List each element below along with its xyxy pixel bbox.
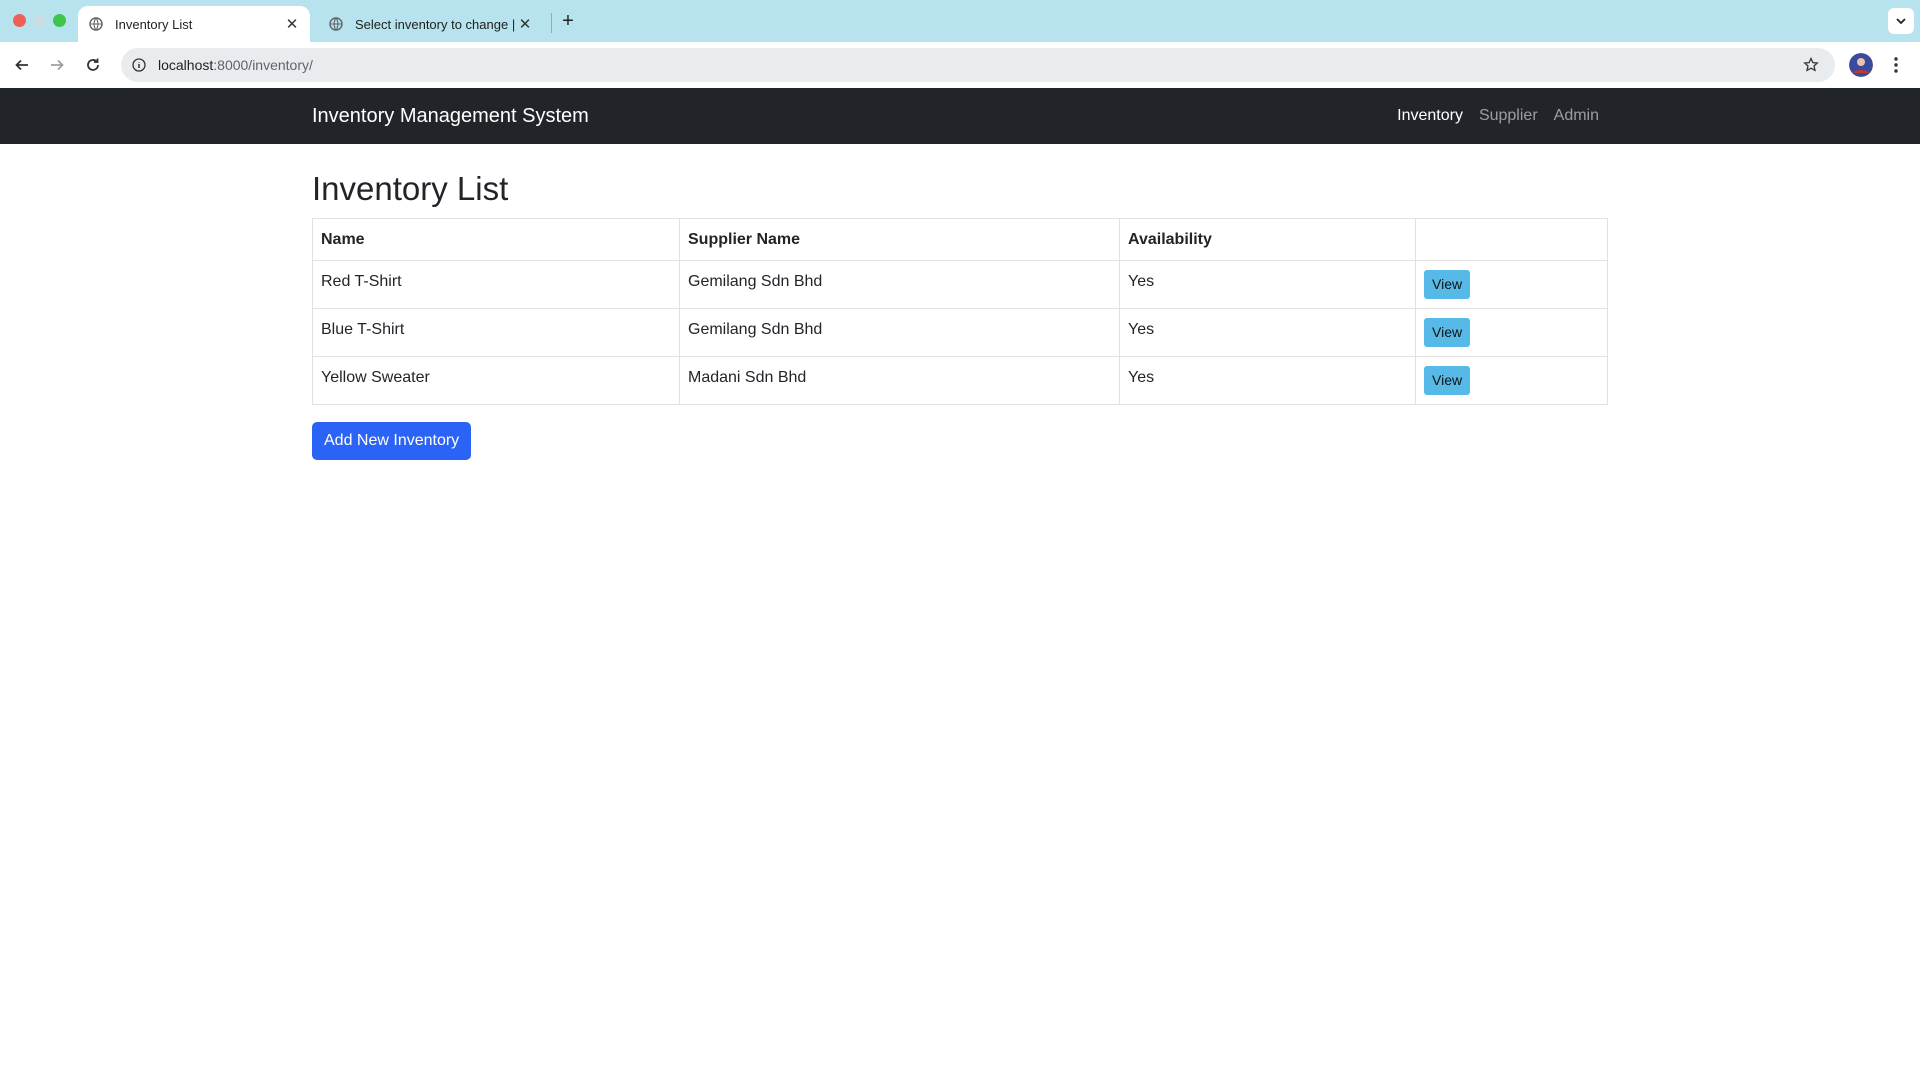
arrow-left-icon (15, 59, 28, 71)
view-button[interactable]: View (1424, 366, 1471, 395)
more-menu-icon[interactable] (1884, 53, 1908, 77)
window-maximize-button[interactable] (53, 14, 66, 27)
view-button[interactable]: View (1424, 318, 1471, 347)
cell-availability: Yes (1119, 356, 1416, 405)
table-header-row: Name Supplier Name Availability (312, 218, 1608, 261)
reload-button[interactable] (79, 51, 107, 79)
cell-supplier: Gemilang Sdn Bhd (679, 260, 1120, 309)
browser-toolbar: localhost:8000/inventory/ (0, 42, 1920, 88)
profile-avatar[interactable] (1849, 53, 1873, 77)
url-host: localhost (158, 57, 214, 73)
close-icon[interactable]: ✕ (282, 14, 302, 34)
column-header-name: Name (312, 218, 680, 261)
cell-actions: View (1415, 260, 1608, 309)
globe-icon (87, 15, 105, 33)
cell-supplier: Madani Sdn Bhd (679, 356, 1120, 405)
tab-select-inventory[interactable]: Select inventory to change | D ✕ (318, 6, 543, 42)
column-header-actions (1415, 218, 1608, 261)
page-title: Inventory List (312, 170, 509, 207)
cell-supplier: Gemilang Sdn Bhd (679, 308, 1120, 357)
view-button[interactable]: View (1424, 270, 1471, 299)
cell-actions: View (1415, 308, 1608, 357)
cell-availability: Yes (1119, 308, 1416, 357)
cell-actions: View (1415, 356, 1608, 405)
cell-name: Red T-Shirt (312, 260, 680, 309)
cell-name: Yellow Sweater (312, 356, 680, 405)
main-content: Inventory List Name Supplier Name Availa… (312, 144, 1608, 460)
chevron-down-icon (1896, 18, 1906, 25)
add-new-inventory-button[interactable]: Add New Inventory (312, 422, 472, 460)
close-icon[interactable]: ✕ (515, 14, 535, 34)
url-text[interactable]: localhost:8000/inventory/ (158, 57, 1799, 73)
site-info-icon[interactable] (130, 56, 148, 74)
column-header-availability: Availability (1119, 218, 1416, 261)
window-minimize-button[interactable] (33, 14, 46, 27)
address-bar[interactable]: localhost:8000/inventory/ (121, 48, 1835, 82)
column-header-supplier: Supplier Name (679, 218, 1120, 261)
reload-icon (87, 58, 99, 71)
arrow-right-icon (51, 59, 64, 71)
globe-icon (327, 15, 345, 33)
tab-divider (551, 13, 552, 33)
bookmark-star-icon[interactable] (1799, 53, 1823, 77)
url-path: :8000/inventory/ (213, 57, 313, 73)
table-row: Red T-Shirt Gemilang Sdn Bhd Yes View (312, 260, 1608, 309)
back-button[interactable] (8, 51, 36, 79)
cell-name: Blue T-Shirt (312, 308, 680, 357)
nav-link-admin[interactable]: Admin (1554, 107, 1599, 125)
cell-availability: Yes (1119, 260, 1416, 309)
web-page: Inventory Management System Inventory Su… (0, 88, 1920, 1080)
navbar-brand[interactable]: Inventory Management System (312, 88, 589, 144)
new-tab-button[interactable]: + (556, 9, 580, 33)
window-close-button[interactable] (13, 14, 26, 27)
table-row: Yellow Sweater Madani Sdn Bhd Yes View (312, 356, 1608, 405)
tab-search-button[interactable] (1888, 8, 1914, 34)
nav-link-supplier[interactable]: Supplier (1479, 107, 1538, 125)
navbar-links: Inventory Supplier Admin (1397, 88, 1599, 144)
browser-tab-bar: Inventory List ✕ Select inventory to cha… (0, 0, 1920, 42)
site-navbar: Inventory Management System Inventory Su… (0, 88, 1920, 144)
tab-inventory-list[interactable]: Inventory List ✕ (78, 6, 310, 42)
forward-button[interactable] (43, 51, 71, 79)
inventory-table: Name Supplier Name Availability Red T-Sh… (312, 218, 1608, 405)
tab-title: Inventory List (115, 16, 193, 32)
nav-link-inventory[interactable]: Inventory (1397, 107, 1463, 125)
tab-title: Select inventory to change | D (355, 16, 515, 32)
table-row: Blue T-Shirt Gemilang Sdn Bhd Yes View (312, 308, 1608, 357)
